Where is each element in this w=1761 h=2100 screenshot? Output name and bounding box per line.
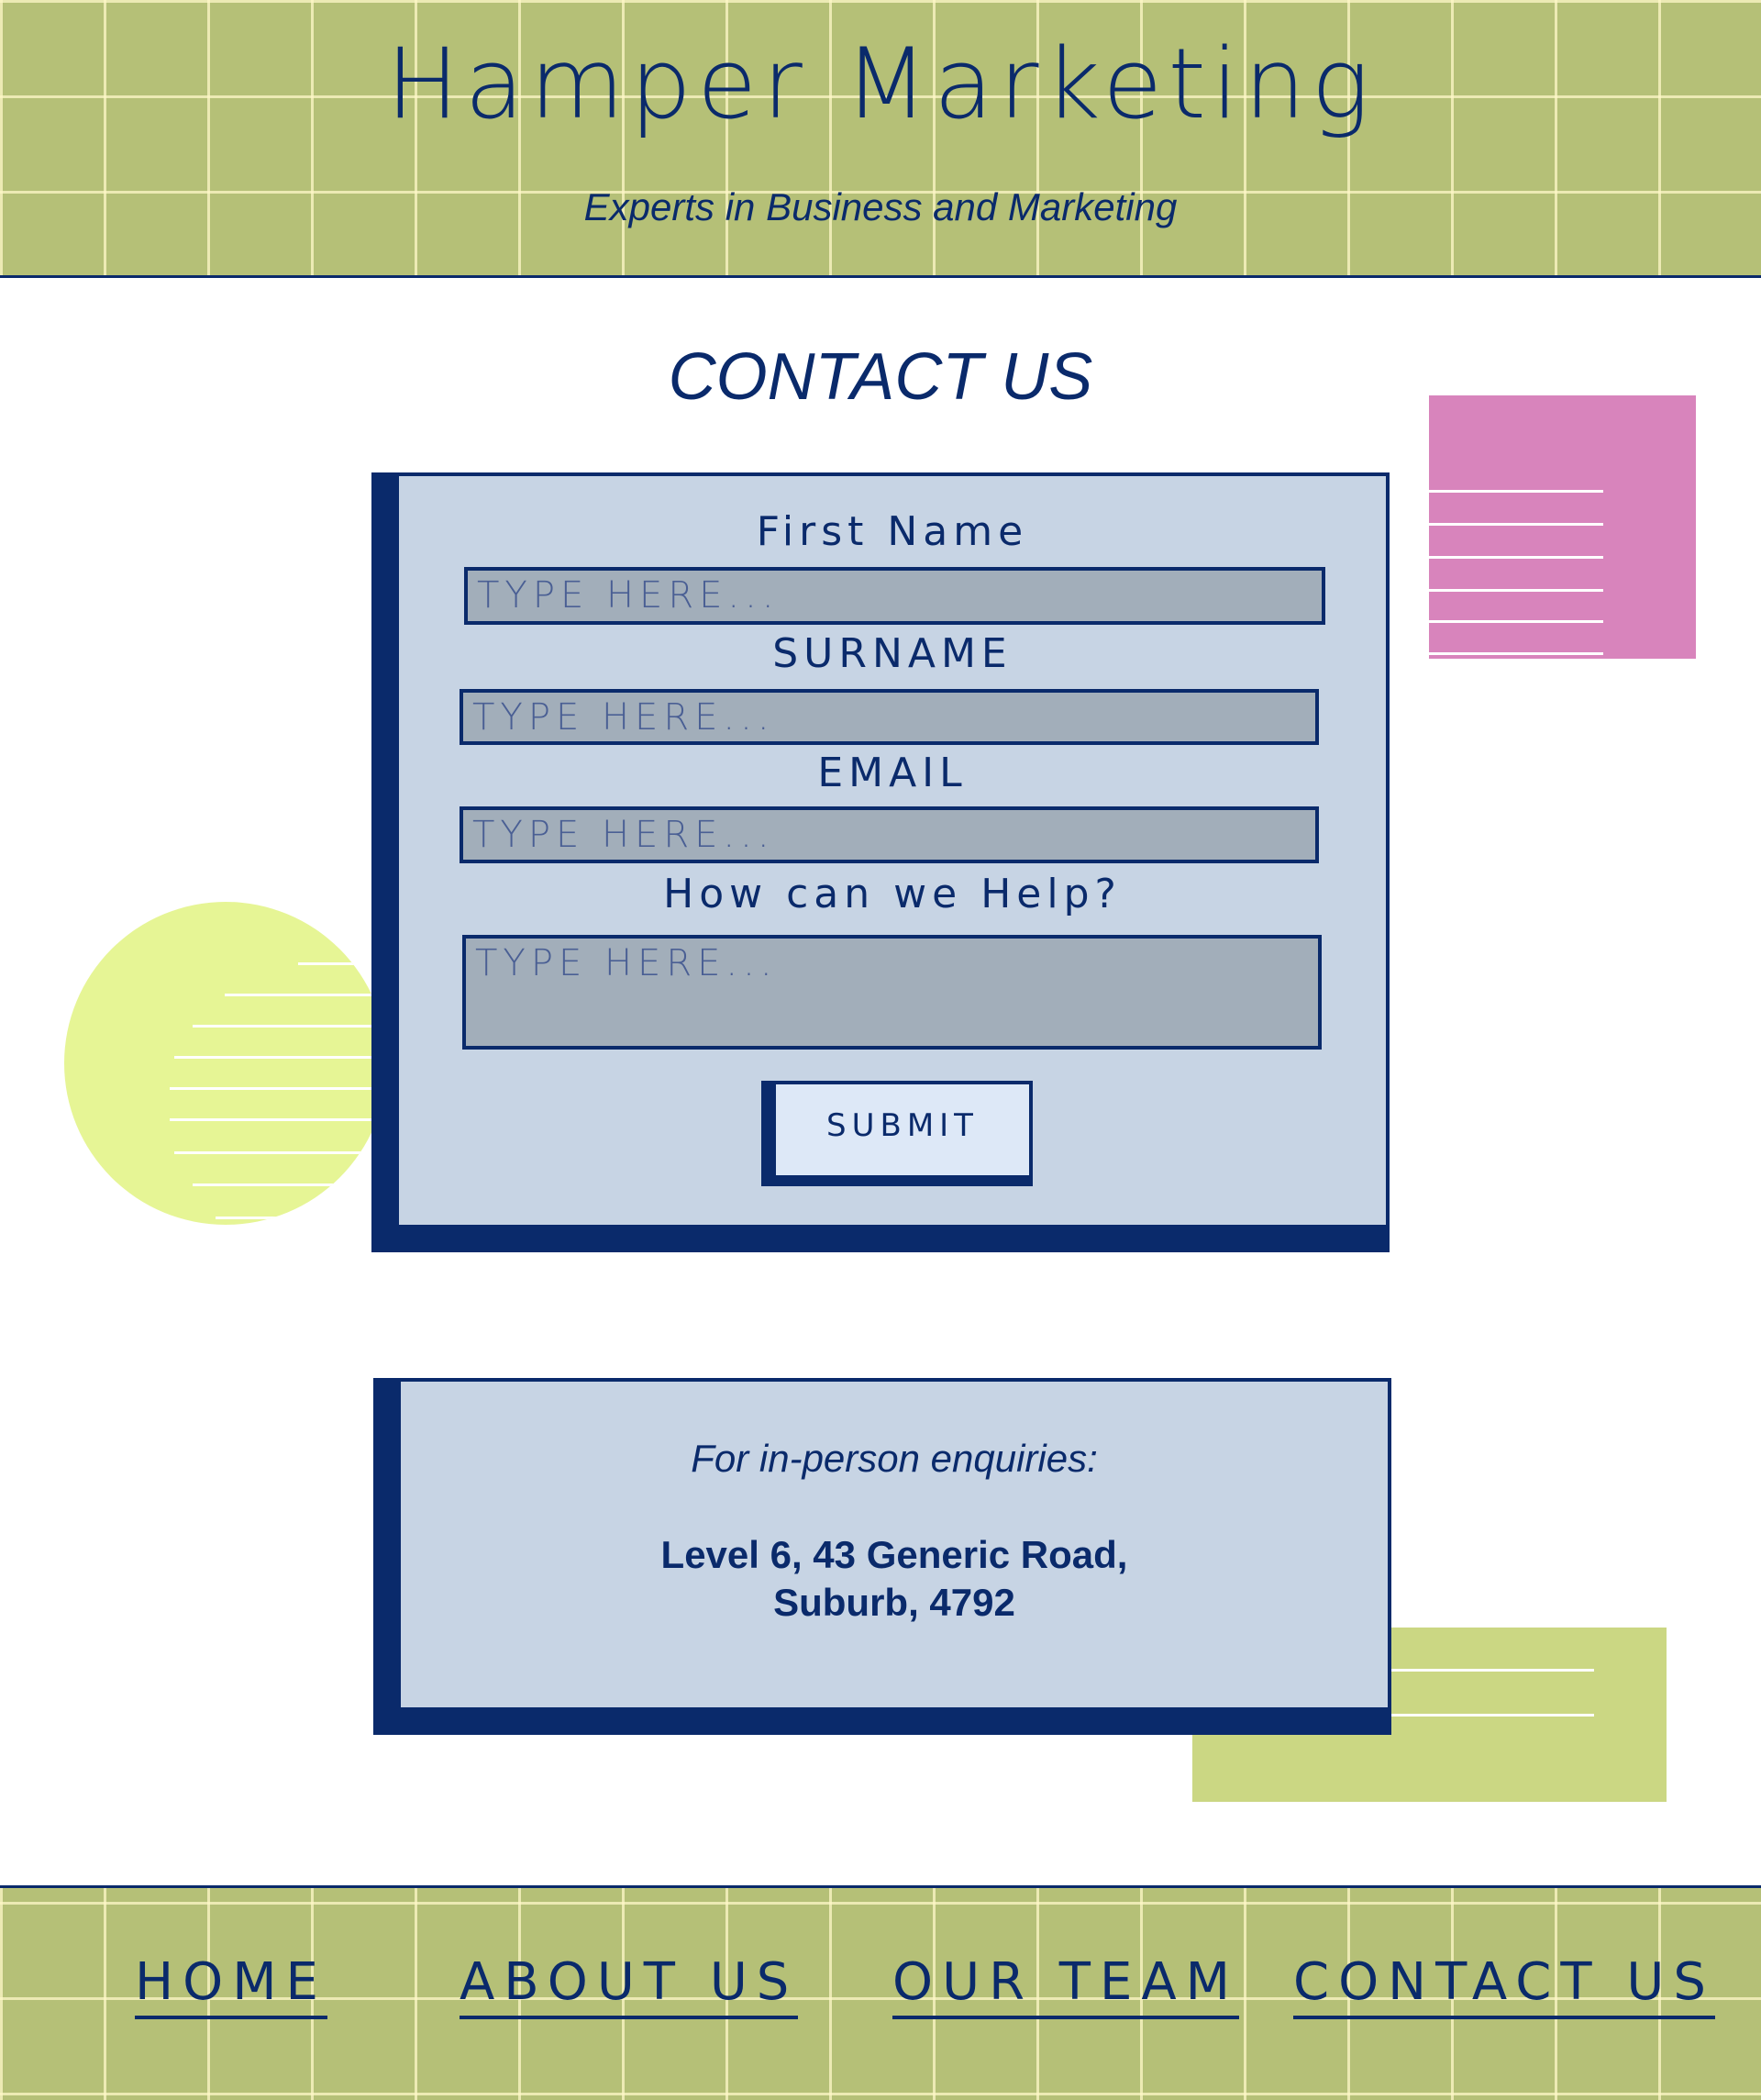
first-name-input[interactable]: TYPE HERE...: [464, 567, 1325, 625]
nav-contact-us[interactable]: CONTACT US: [1293, 1952, 1715, 2019]
email-label: EMAIL: [817, 750, 968, 796]
surname-label: SURNAME: [772, 630, 1013, 677]
decorative-pink-square: [1429, 395, 1696, 659]
surname-input[interactable]: TYPE HERE...: [460, 689, 1319, 745]
message-textarea[interactable]: TYPE HERE...: [462, 935, 1322, 1050]
address-line-1: Level 6, 43 Generic Road,: [660, 1533, 1128, 1576]
nav-our-team[interactable]: OUR TEAM: [892, 1952, 1239, 2019]
address-line-2: Suburb, 4792: [773, 1581, 1015, 1624]
address-intro: For in-person enquiries:: [691, 1437, 1098, 1480]
message-label: How can we Help?: [663, 871, 1122, 917]
site-subtitle: Experts in Business and Marketing: [583, 185, 1178, 228]
nav-about-us[interactable]: ABOUT US: [460, 1952, 799, 2019]
decorative-lime-circle: [64, 902, 387, 1225]
email-input[interactable]: TYPE HERE...: [460, 806, 1319, 863]
site-title: Hamper Marketing: [385, 28, 1376, 140]
first-name-label: First Name: [756, 508, 1029, 555]
contact-form-card: First Name TYPE HERE... SURNAME TYPE HER…: [371, 472, 1390, 1252]
submit-button[interactable]: SUBMIT: [761, 1081, 1033, 1186]
header: Hamper Marketing Experts in Business and…: [0, 0, 1761, 278]
address-card: For in-person enquiries: Level 6, 43 Gen…: [373, 1378, 1391, 1735]
nav-home[interactable]: HOME: [135, 1952, 327, 2019]
